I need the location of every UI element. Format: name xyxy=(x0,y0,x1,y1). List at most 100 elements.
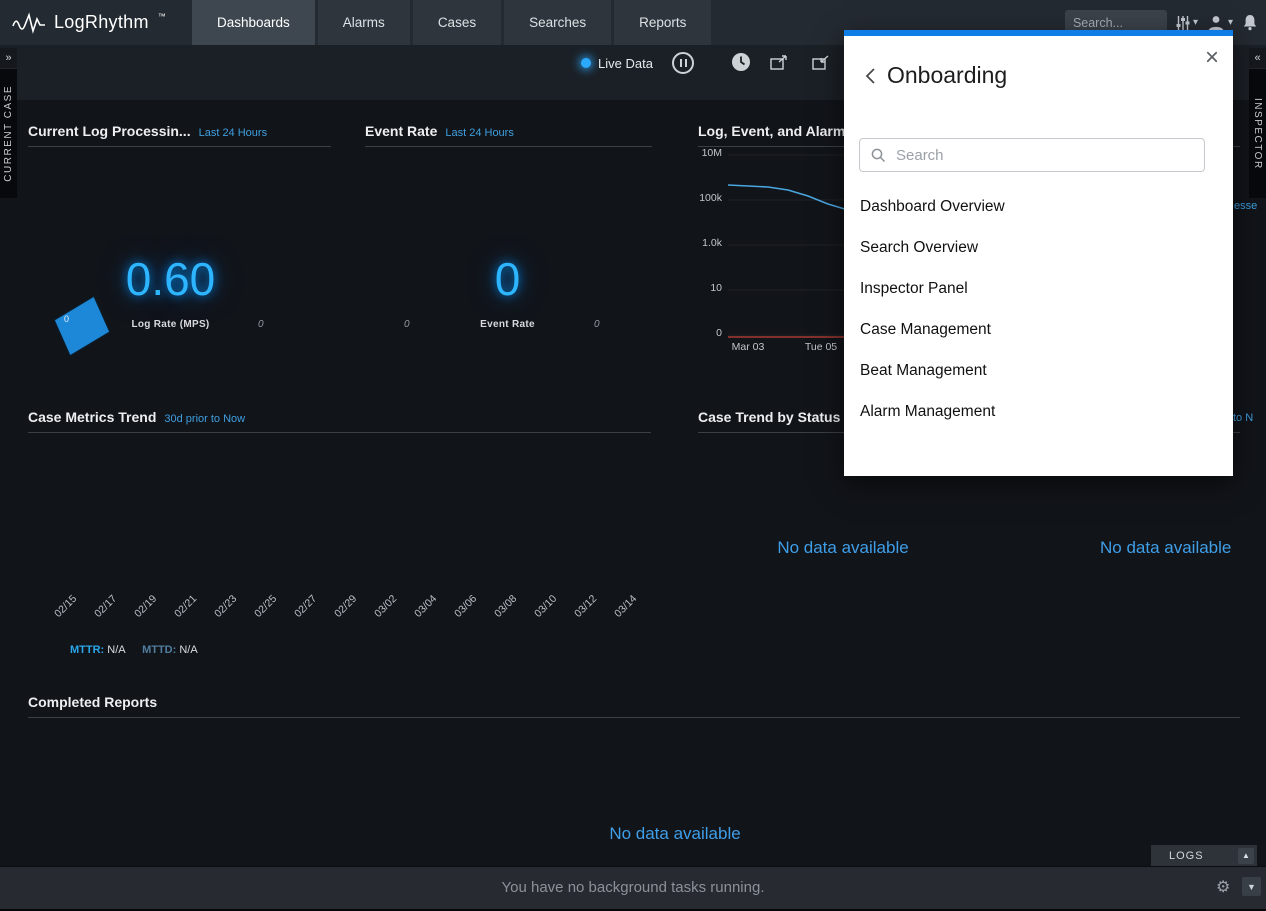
menu-item-case-management[interactable]: Case Management xyxy=(860,309,1216,350)
x-tick-label: 02/15 xyxy=(40,593,80,633)
subtitle-fragment: to N xyxy=(1233,412,1253,424)
chevron-left-icon xyxy=(864,67,876,85)
mttd-label: MTTD: xyxy=(142,644,176,656)
y-tick-label: 1.0k xyxy=(692,237,722,249)
live-data-label: Live Data xyxy=(598,56,653,71)
tab-searches[interactable]: Searches xyxy=(504,0,611,45)
no-data-message: No data available xyxy=(743,538,943,558)
tab-cases[interactable]: Cases xyxy=(413,0,501,45)
chevron-down-icon: ▾ xyxy=(1228,17,1233,28)
x-tick-label: 03/12 xyxy=(560,593,600,633)
onboarding-search-input[interactable] xyxy=(859,138,1205,172)
widget-subtitle: Last 24 Hours xyxy=(199,127,267,139)
y-tick-label: 10 xyxy=(692,282,722,294)
export-button[interactable] xyxy=(812,55,830,76)
x-tick-label: Tue 05 xyxy=(795,341,847,353)
widget-header-case-metrics: Case Metrics Trend 30d prior to Now xyxy=(28,409,651,433)
widget-header-event-rate: Event Rate Last 24 Hours xyxy=(365,123,652,147)
widget-header-log-processing: Current Log Processin... Last 24 Hours xyxy=(28,123,331,147)
inspector-drawer-tab[interactable]: « INSPECTOR xyxy=(1249,48,1266,198)
collapse-bar-button[interactable]: ▼ xyxy=(1242,877,1261,896)
widget-title: Case Metrics Trend xyxy=(28,409,156,425)
x-tick-label: 02/27 xyxy=(280,593,320,633)
event-rate-unit-label: Event Rate xyxy=(375,319,640,330)
mttr-value: N/A xyxy=(107,644,125,656)
tab-dashboards[interactable]: Dashboards xyxy=(192,0,315,45)
x-tick-label: Mar 03 xyxy=(722,341,774,353)
current-case-label: CURRENT CASE xyxy=(3,69,14,198)
add-widget-button[interactable] xyxy=(770,55,788,76)
background-tasks-bar: You have no background tasks running. ⚙ … xyxy=(0,866,1266,910)
current-case-drawer-tab[interactable]: » CURRENT CASE xyxy=(0,48,17,198)
tab-reports[interactable]: Reports xyxy=(614,0,711,45)
onboarding-search xyxy=(859,138,1205,172)
menu-item-search-overview[interactable]: Search Overview xyxy=(860,227,1216,268)
gauge-max-label: 0 xyxy=(258,319,264,330)
y-tick-label: 100k xyxy=(692,192,722,204)
x-tick-label: 03/06 xyxy=(440,593,480,633)
back-button[interactable] xyxy=(864,67,876,85)
logs-drawer-tab[interactable]: LOGS ▲ xyxy=(1151,845,1257,866)
x-tick-label: 03/02 xyxy=(360,593,400,633)
arrow-down-icon: ▼ xyxy=(1247,882,1256,892)
popout-icon xyxy=(770,55,788,71)
widget-title: Completed Reports xyxy=(28,694,157,710)
widget-title: Case Trend by Status xyxy=(698,409,840,425)
onboarding-header: Onboarding xyxy=(864,62,1007,89)
export-icon xyxy=(812,55,830,71)
event-rate-value: 0 xyxy=(375,252,640,306)
inspector-label: INSPECTOR xyxy=(1252,69,1263,198)
x-tick-label: 02/21 xyxy=(160,593,200,633)
search-icon xyxy=(870,147,886,163)
logs-label: LOGS xyxy=(1169,850,1204,862)
onboarding-panel: × Onboarding Dashboard Overview Search O… xyxy=(844,30,1233,476)
mttd-value: N/A xyxy=(179,644,197,656)
legend-fragment: esse xyxy=(1234,200,1257,212)
expand-left-icon[interactable]: « xyxy=(1249,48,1266,69)
widget-subtitle: Last 24 Hours xyxy=(445,127,513,139)
widget-title: Current Log Processin... xyxy=(28,123,191,139)
background-tasks-status: You have no background tasks running. xyxy=(0,879,1266,896)
widget-title: Log, Event, and Alarm... xyxy=(698,123,857,139)
x-tick-label: 03/04 xyxy=(400,593,440,633)
x-tick-label: 03/14 xyxy=(600,593,640,633)
bell-icon xyxy=(1242,14,1258,31)
user-menu-button[interactable]: ▾ xyxy=(1207,14,1233,32)
primary-nav: Dashboards Alarms Cases Searches Reports xyxy=(192,0,711,45)
preferences-menu-button[interactable]: ▾ xyxy=(1176,15,1198,31)
menu-item-beat-management[interactable]: Beat Management xyxy=(860,350,1216,391)
x-tick-label: 02/29 xyxy=(320,593,360,633)
arrow-up-icon: ▲ xyxy=(1242,851,1250,860)
user-icon xyxy=(1207,14,1225,32)
notifications-button[interactable] xyxy=(1242,14,1258,31)
x-tick-label: 02/19 xyxy=(120,593,160,633)
live-data-indicator xyxy=(581,58,591,68)
pause-button[interactable] xyxy=(672,52,694,74)
widget-header-completed-reports: Completed Reports xyxy=(28,694,1240,718)
clock-icon xyxy=(731,52,751,72)
gear-icon[interactable]: ⚙ xyxy=(1216,877,1230,897)
logs-expand-button[interactable]: ▲ xyxy=(1238,848,1254,864)
no-data-message: No data available xyxy=(1100,538,1231,558)
trademark: ™ xyxy=(158,12,166,21)
brand-name: LogRhythm xyxy=(54,12,149,33)
mttr-mttd-row: MTTR: N/A MTTD: N/A xyxy=(70,644,198,656)
time-range-button[interactable] xyxy=(731,52,751,77)
tab-alarms[interactable]: Alarms xyxy=(318,0,410,45)
menu-item-inspector-panel[interactable]: Inspector Panel xyxy=(860,268,1216,309)
widget-subtitle: 30d prior to Now xyxy=(164,413,245,425)
no-data-message: No data available xyxy=(560,824,790,844)
x-tick-label: 02/25 xyxy=(240,593,280,633)
mttr-label: MTTR: xyxy=(70,644,104,656)
gauge-max-label: 0 xyxy=(594,319,600,330)
y-tick-label: 10M xyxy=(692,147,722,159)
x-tick-label: 03/10 xyxy=(520,593,560,633)
menu-item-dashboard-overview[interactable]: Dashboard Overview xyxy=(860,186,1216,227)
logrhythm-logo[interactable]: LogRhythm ™ xyxy=(12,0,166,45)
close-icon[interactable]: × xyxy=(1205,46,1219,70)
menu-item-alarm-management[interactable]: Alarm Management xyxy=(860,391,1216,432)
expand-right-icon[interactable]: » xyxy=(0,48,17,69)
y-tick-label: 0 xyxy=(692,327,722,339)
x-tick-label: 02/23 xyxy=(200,593,240,633)
x-tick-label: 03/08 xyxy=(480,593,520,633)
